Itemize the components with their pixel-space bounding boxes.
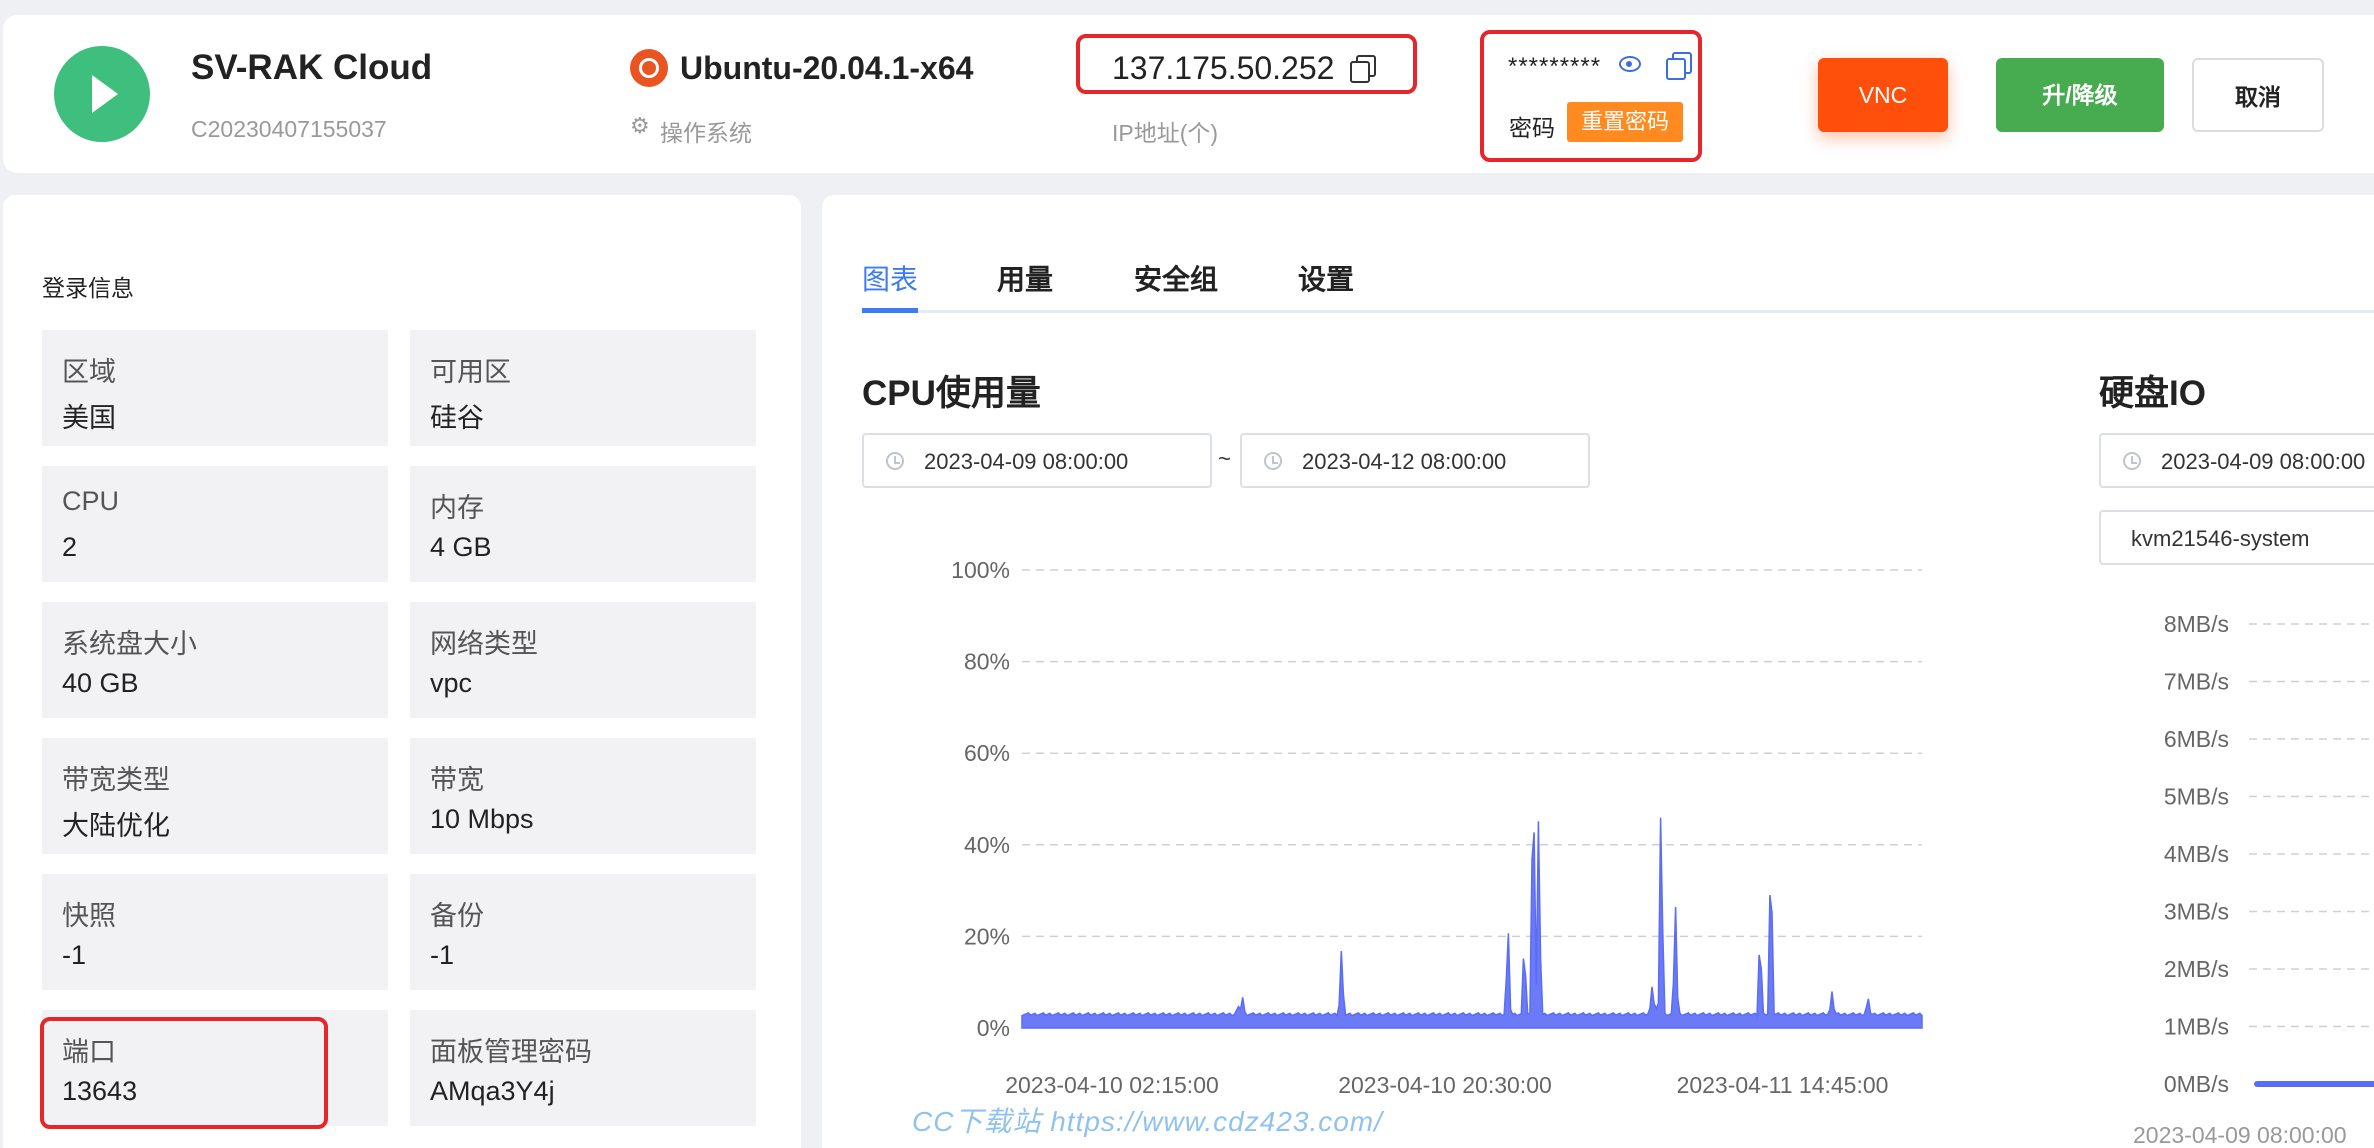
y-tick-label: 8MB/s <box>2164 611 2229 637</box>
disk-start-date: 2023-04-09 08:00:00 <box>2161 449 2366 474</box>
info-value: 10 Mbps <box>430 804 534 834</box>
tab-charts[interactable]: 图表 <box>862 258 918 298</box>
cpu-end-date: 2023-04-12 08:00:00 <box>1302 449 1507 474</box>
ubuntu-icon <box>630 49 668 87</box>
password-mask: ********* <box>1508 53 1602 80</box>
disk-chart-title: 硬盘IO <box>2099 374 2206 413</box>
disk-device-value: kvm21546-system <box>2131 526 2310 551</box>
y-tick-label: 3MB/s <box>2164 899 2229 925</box>
reset-password-button[interactable]: 重置密码 <box>1567 102 1683 142</box>
info-value: 美国 <box>62 403 116 433</box>
port-highlight-box <box>40 1017 328 1129</box>
y-tick-label: 60% <box>964 740 1010 766</box>
y-tick-label: 40% <box>964 832 1010 858</box>
info-cell: 系统盘大小 40 GB <box>42 602 388 718</box>
info-key: CPU <box>62 486 120 516</box>
info-value: 40 GB <box>62 668 139 698</box>
info-key: 带宽类型 <box>62 765 170 795</box>
y-tick-label: 0% <box>977 1015 1010 1041</box>
cpu-start-date-input[interactable]: 2023-04-09 08:00:00 <box>862 433 1212 488</box>
info-key: 可用区 <box>430 357 511 387</box>
date-range-separator: ~ <box>1218 446 1231 471</box>
cpu-usage-chart: 0% 20% 40% 60% 80% 100% 2023-04-10 02:15:00 202… <box>951 557 1923 1098</box>
ip-address: 137.175.50.252 <box>1112 50 1335 86</box>
y-tick-label: 4MB/s <box>2164 841 2229 867</box>
info-key: 快照 <box>62 901 116 931</box>
info-value: 大陆优化 <box>62 811 170 841</box>
info-value: 2 <box>62 532 78 562</box>
info-key: 备份 <box>430 901 484 931</box>
info-key: 网络类型 <box>430 629 538 659</box>
info-key: 带宽 <box>430 765 484 795</box>
tab-divider <box>862 310 2374 313</box>
x-tick-label: 2023-04-11 14:45:00 <box>1677 1072 1889 1098</box>
x-tick-label: 2023-04-10 20:30:00 <box>1338 1072 1552 1098</box>
info-cell: 区域 美国 <box>42 330 388 446</box>
info-value: -1 <box>430 940 455 970</box>
info-cell: 备份 -1 <box>410 874 756 990</box>
login-info-title: 登录信息 <box>42 275 134 301</box>
info-value: AMqa3Y4j <box>430 1076 555 1106</box>
disk-device-select[interactable]: kvm21546-system <box>2099 510 2374 565</box>
x-tick-label: 2023-04-09 08:00:00 <box>2133 1122 2347 1148</box>
info-key: 面板管理密码 <box>430 1037 592 1067</box>
ip-label: IP地址(个) <box>1112 120 1219 146</box>
info-cell: 可用区 硅谷 <box>410 330 756 446</box>
upgrade-button[interactable]: 升/降级 <box>1996 58 2164 132</box>
os-label: 操作系统 <box>660 120 752 146</box>
clock-icon <box>2123 452 2141 470</box>
clock-icon <box>886 452 904 470</box>
y-tick-label: 20% <box>964 923 1010 949</box>
y-tick-label: 100% <box>951 557 1010 583</box>
info-value: 硅谷 <box>430 403 484 433</box>
y-tick-label: 7MB/s <box>2164 669 2229 695</box>
y-tick-label: 2MB/s <box>2164 956 2229 982</box>
tab-settings[interactable]: 设置 <box>1298 258 1354 298</box>
y-tick-label: 6MB/s <box>2164 726 2229 752</box>
tab-active-indicator <box>862 308 918 313</box>
info-value: vpc <box>430 668 473 698</box>
info-key: 区域 <box>62 357 116 387</box>
info-cell: CPU 2 <box>42 466 388 582</box>
info-key: 内存 <box>430 493 484 523</box>
os-name: Ubuntu-20.04.1-x64 <box>680 50 974 86</box>
info-key: 系统盘大小 <box>62 629 197 659</box>
copy-password-icon[interactable] <box>1666 52 1692 80</box>
info-cell: 带宽 10 Mbps <box>410 738 756 854</box>
copy-ip-icon[interactable] <box>1350 55 1376 83</box>
y-tick-label: 1MB/s <box>2164 1014 2229 1040</box>
cpu-start-date: 2023-04-09 08:00:00 <box>924 449 1129 474</box>
gear-icon: ⚙ <box>630 113 650 138</box>
cpu-end-date-input[interactable]: 2023-04-12 08:00:00 <box>1240 433 1590 488</box>
instance-id: C20230407155037 <box>191 116 387 142</box>
x-tick-label: 2023-04-10 02:15:00 <box>1005 1072 1219 1098</box>
info-cell: 带宽类型 大陆优化 <box>42 738 388 854</box>
y-tick-label: 0MB/s <box>2164 1071 2229 1097</box>
tab-security-group[interactable]: 安全组 <box>1134 258 1218 298</box>
start-instance-button[interactable] <box>54 46 150 142</box>
eye-icon[interactable] <box>1619 56 1641 72</box>
clock-icon <box>1264 452 1282 470</box>
y-tick-label: 5MB/s <box>2164 784 2229 810</box>
info-cell: 内存 4 GB <box>410 466 756 582</box>
info-value: -1 <box>62 940 87 970</box>
cancel-button[interactable]: 取消 <box>2192 58 2324 132</box>
disk-start-date-input[interactable]: 2023-04-09 08:00:00 <box>2099 433 2374 488</box>
disk-io-chart: 0MB/s 1MB/s 2MB/s 3MB/s 4MB/s 5MB/s 6MB/s 7MB/s… <box>2133 611 2374 1148</box>
vnc-button[interactable]: VNC <box>1818 58 1948 132</box>
info-cell: 面板管理密码 AMqa3Y4j <box>410 1010 756 1126</box>
instance-name: SV-RAK Cloud <box>191 48 433 87</box>
cpu-chart-title: CPU使用量 <box>862 374 1041 413</box>
cpu-series-area <box>1021 817 1923 1029</box>
info-cell: 网络类型 vpc <box>410 602 756 718</box>
password-label: 密码 <box>1509 115 1555 141</box>
watermark: CC下载站 https://www.cdz423.com/ <box>912 1106 1383 1137</box>
y-tick-label: 80% <box>964 649 1010 675</box>
info-value: 4 GB <box>430 532 492 562</box>
tab-usage[interactable]: 用量 <box>997 258 1053 298</box>
info-cell: 快照 -1 <box>42 874 388 990</box>
